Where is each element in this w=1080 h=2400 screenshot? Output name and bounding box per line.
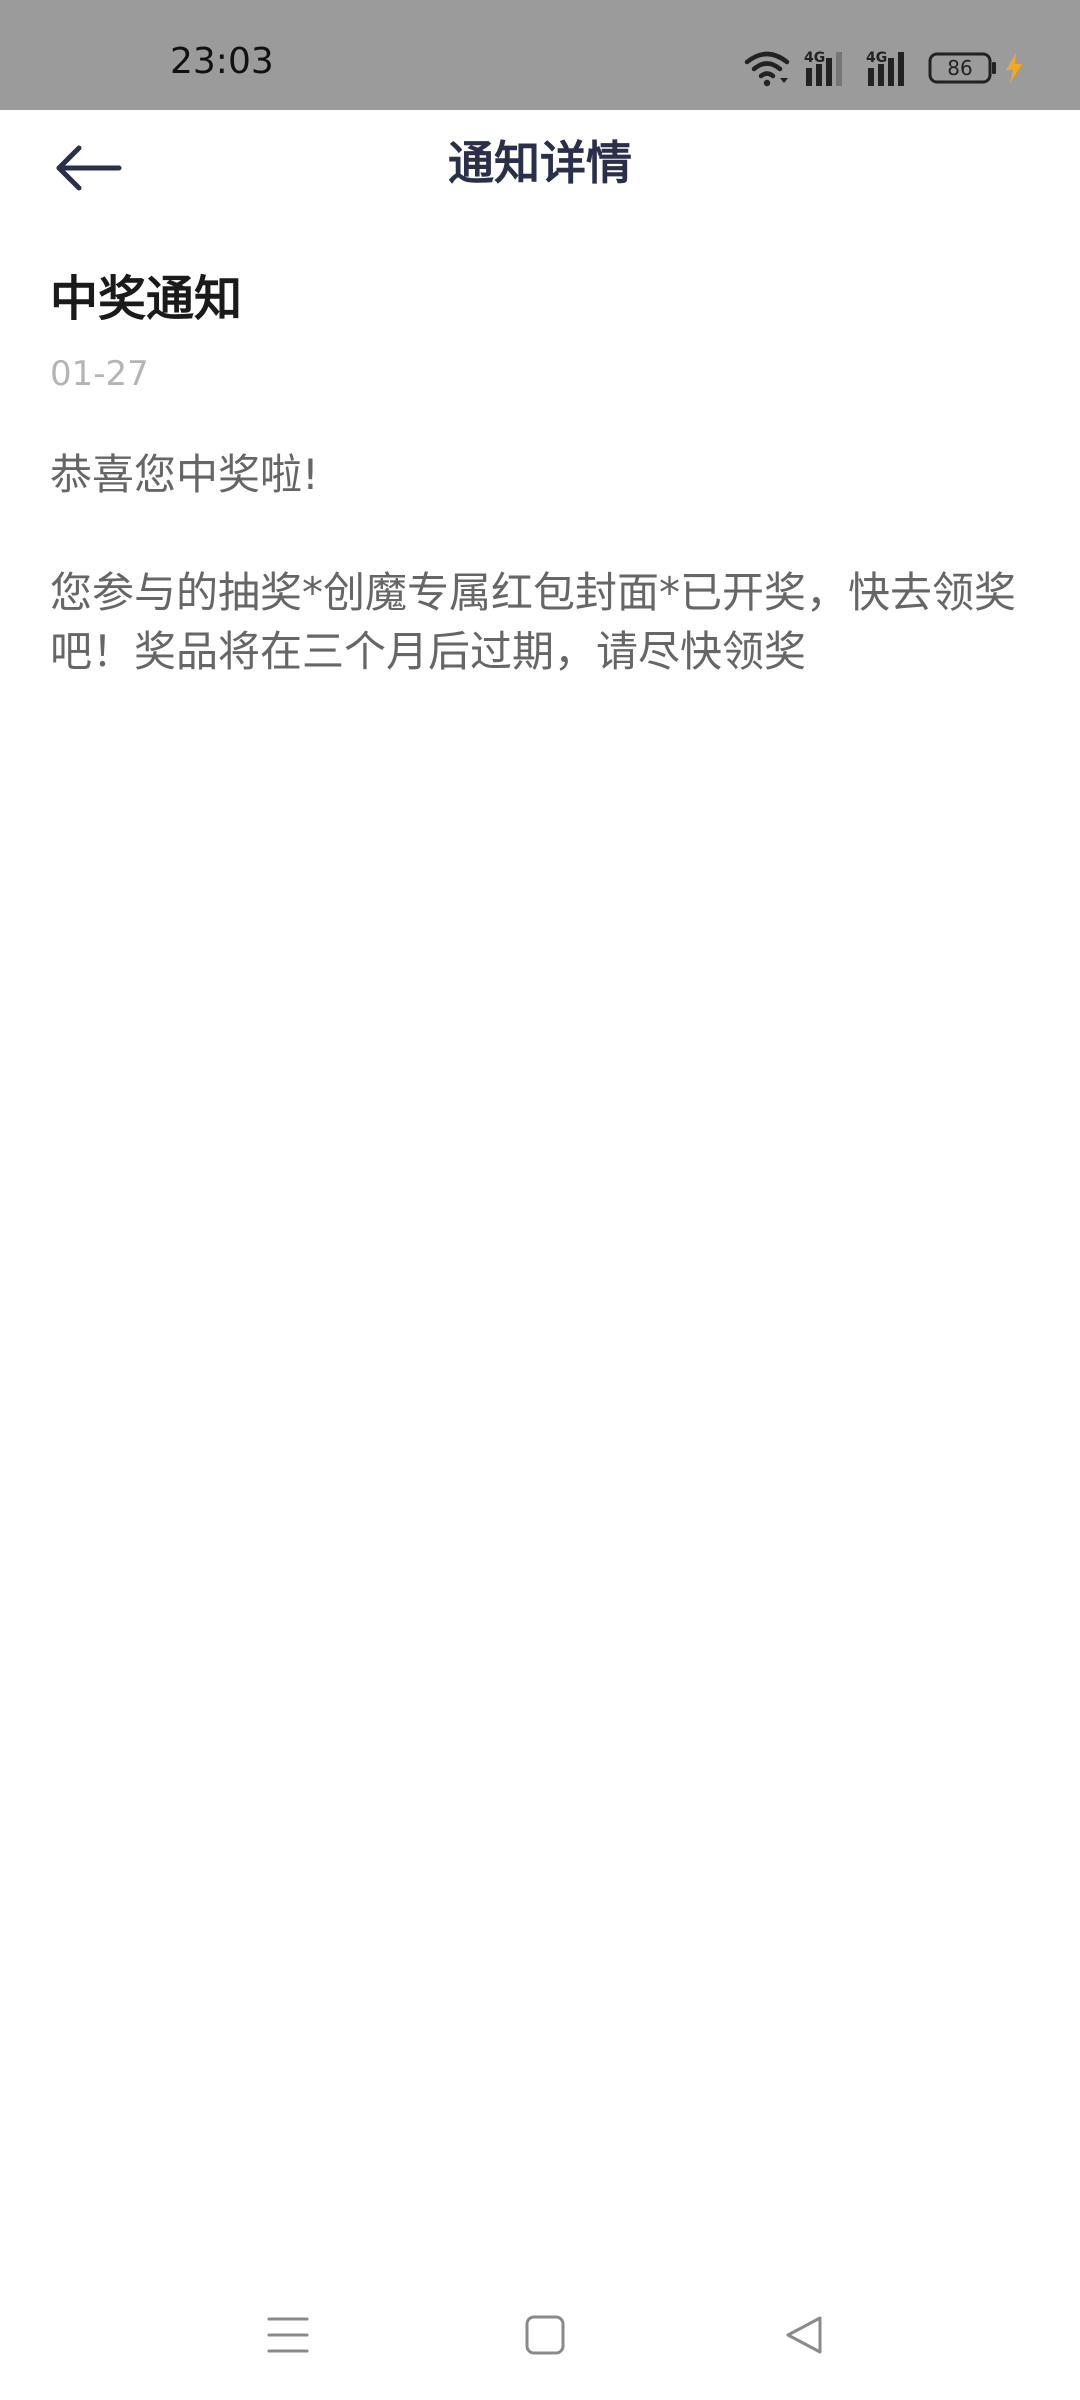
system-nav-bar [0,2270,1080,2400]
page-title: 通知详情 [448,136,632,190]
notice-content: 中奖通知 01-27 恭喜您中奖啦! 您参与的抽奖*创魔专属红包封面*已开奖，快… [50,268,1030,681]
notice-paragraph: 您参与的抽奖*创魔专属红包封面*已开奖，快去领奖吧！奖品将在三个月后过期，请尽快… [50,568,1017,677]
home-square-icon [525,2315,565,2355]
svg-text:4G: 4G [804,50,825,66]
app-root: 23:03 4G 4G 86 通知详情 中奖通知 01-27 恭喜您中奖啦! 您… [0,0,1080,2400]
status-bar: 23:03 4G 4G 86 [0,0,1080,110]
signal-4g-icon: 4G [866,48,914,88]
wifi-icon [744,48,790,88]
charging-bolt-icon [1004,52,1024,84]
battery-icon: 86 [928,52,998,84]
nav-home-button[interactable] [505,2300,585,2370]
svg-text:4G: 4G [866,50,887,66]
status-time: 23:03 [170,41,274,82]
signal-4g-icon: 4G [804,48,852,88]
notice-paragraph: 恭喜您中奖啦! [50,450,319,500]
battery-level: 86 [947,56,973,80]
nav-back-button[interactable] [764,2300,844,2370]
menu-icon [267,2317,309,2353]
status-icons: 4G 4G 86 [744,46,1024,90]
header: 通知详情 [0,110,1080,228]
back-triangle-icon [786,2316,822,2354]
notice-title: 中奖通知 [50,271,243,327]
nav-menu-button[interactable] [248,2300,328,2370]
notice-body: 恭喜您中奖啦! 您参与的抽奖*创魔专属红包封面*已开奖，快去领奖吧！奖品将在三个… [50,445,1030,681]
notice-date: 01-27 [50,354,149,395]
